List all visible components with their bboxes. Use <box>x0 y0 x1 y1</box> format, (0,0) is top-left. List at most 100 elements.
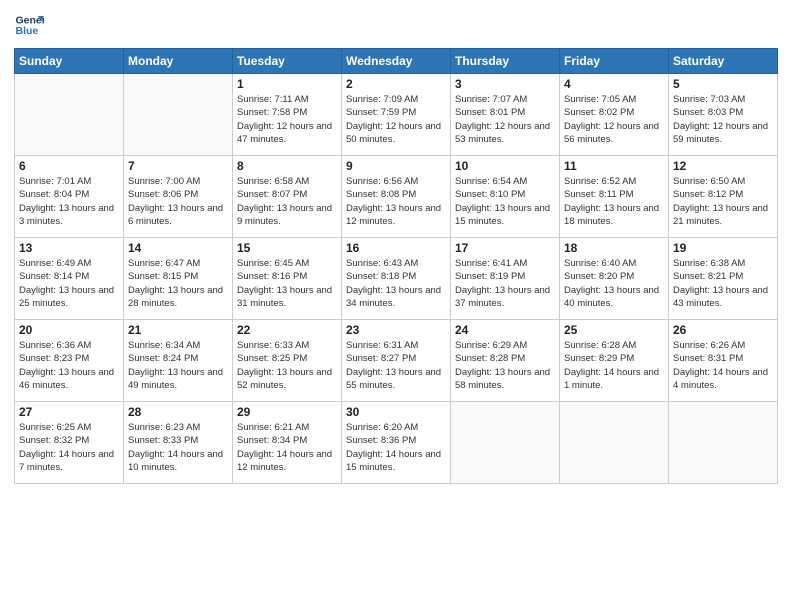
day-number: 25 <box>564 323 664 337</box>
calendar-cell: 4 Sunrise: 7:05 AMSunset: 8:02 PMDaylight… <box>560 74 669 156</box>
day-info: Sunrise: 6:43 AMSunset: 8:18 PMDaylight:… <box>346 257 446 310</box>
calendar-cell: 11Sunrise: 6:52 AMSunset: 8:11 PMDayligh… <box>560 156 669 238</box>
day-info: Sunrise: 6:49 AMSunset: 8:14 PMDaylight:… <box>19 257 119 310</box>
calendar-cell: 22 Sunrise: 6:33 AMSunset: 8:25 PMDayligh… <box>233 320 342 402</box>
header: General Blue <box>14 10 778 40</box>
svg-text:Blue: Blue <box>16 25 39 37</box>
day-number: 20 <box>19 323 119 337</box>
calendar-cell: 20 Sunrise: 6:36 AMSunset: 8:23 PMDayligh… <box>15 320 124 402</box>
day-number: 23 <box>346 323 446 337</box>
week-row-2: 13 Sunrise: 6:49 AMSunset: 8:14 PMDayligh… <box>15 238 778 320</box>
calendar-table: SundayMondayTuesdayWednesdayThursdayFrid… <box>14 48 778 484</box>
day-info: Sunrise: 7:01 AMSunset: 8:04 PMDaylight:… <box>19 175 119 228</box>
day-info: Sunrise: 6:28 AMSunset: 8:29 PMDaylight:… <box>564 339 664 392</box>
calendar-cell: 28Sunrise: 6:23 AMSunset: 8:33 PMDayligh… <box>124 402 233 484</box>
day-number: 5 <box>673 77 773 91</box>
calendar-cell: 15 Sunrise: 6:45 AMSunset: 8:16 PMDayligh… <box>233 238 342 320</box>
day-number: 1 <box>237 77 337 91</box>
day-number: 8 <box>237 159 337 173</box>
week-row-4: 27 Sunrise: 6:25 AMSunset: 8:32 PMDayligh… <box>15 402 778 484</box>
day-number: 14 <box>128 241 228 255</box>
week-row-3: 20 Sunrise: 6:36 AMSunset: 8:23 PMDayligh… <box>15 320 778 402</box>
day-info: Sunrise: 6:52 AMSunset: 8:11 PMDaylight:… <box>564 175 664 228</box>
calendar-cell: 30 Sunrise: 6:20 AMSunset: 8:36 PMDayligh… <box>342 402 451 484</box>
weekday-header-saturday: Saturday <box>669 49 778 74</box>
day-info: Sunrise: 7:11 AMSunset: 7:58 PMDaylight:… <box>237 93 337 146</box>
day-number: 15 <box>237 241 337 255</box>
day-info: Sunrise: 6:50 AMSunset: 8:12 PMDaylight:… <box>673 175 773 228</box>
day-info: Sunrise: 6:36 AMSunset: 8:23 PMDaylight:… <box>19 339 119 392</box>
logo: General Blue <box>14 10 46 40</box>
day-info: Sunrise: 6:26 AMSunset: 8:31 PMDaylight:… <box>673 339 773 392</box>
calendar-cell: 16 Sunrise: 6:43 AMSunset: 8:18 PMDayligh… <box>342 238 451 320</box>
day-info: Sunrise: 6:25 AMSunset: 8:32 PMDaylight:… <box>19 421 119 474</box>
calendar-cell: 12Sunrise: 6:50 AMSunset: 8:12 PMDayligh… <box>669 156 778 238</box>
day-info: Sunrise: 6:34 AMSunset: 8:24 PMDaylight:… <box>128 339 228 392</box>
weekday-header-thursday: Thursday <box>451 49 560 74</box>
calendar-cell <box>124 74 233 156</box>
day-info: Sunrise: 6:40 AMSunset: 8:20 PMDaylight:… <box>564 257 664 310</box>
calendar-cell: 21 Sunrise: 6:34 AMSunset: 8:24 PMDayligh… <box>124 320 233 402</box>
day-info: Sunrise: 6:33 AMSunset: 8:25 PMDaylight:… <box>237 339 337 392</box>
day-number: 7 <box>128 159 228 173</box>
day-info: Sunrise: 6:38 AMSunset: 8:21 PMDaylight:… <box>673 257 773 310</box>
day-info: Sunrise: 6:45 AMSunset: 8:16 PMDaylight:… <box>237 257 337 310</box>
day-number: 13 <box>19 241 119 255</box>
day-info: Sunrise: 6:29 AMSunset: 8:28 PMDaylight:… <box>455 339 555 392</box>
day-info: Sunrise: 6:21 AMSunset: 8:34 PMDaylight:… <box>237 421 337 474</box>
calendar-cell: 17Sunrise: 6:41 AMSunset: 8:19 PMDayligh… <box>451 238 560 320</box>
day-number: 4 <box>564 77 664 91</box>
calendar-cell: 5Sunrise: 7:03 AMSunset: 8:03 PMDaylight… <box>669 74 778 156</box>
calendar-cell: 18 Sunrise: 6:40 AMSunset: 8:20 PMDayligh… <box>560 238 669 320</box>
day-number: 9 <box>346 159 446 173</box>
day-number: 28 <box>128 405 228 419</box>
logo-icon: General Blue <box>14 10 44 40</box>
weekday-header-row: SundayMondayTuesdayWednesdayThursdayFrid… <box>15 49 778 74</box>
calendar-cell: 23 Sunrise: 6:31 AMSunset: 8:27 PMDayligh… <box>342 320 451 402</box>
day-info: Sunrise: 6:56 AMSunset: 8:08 PMDaylight:… <box>346 175 446 228</box>
day-info: Sunrise: 6:58 AMSunset: 8:07 PMDaylight:… <box>237 175 337 228</box>
weekday-header-wednesday: Wednesday <box>342 49 451 74</box>
calendar-cell: 9 Sunrise: 6:56 AMSunset: 8:08 PMDaylight… <box>342 156 451 238</box>
day-number: 2 <box>346 77 446 91</box>
calendar-cell: 10Sunrise: 6:54 AMSunset: 8:10 PMDayligh… <box>451 156 560 238</box>
calendar-cell: 8 Sunrise: 6:58 AMSunset: 8:07 PMDaylight… <box>233 156 342 238</box>
day-number: 17 <box>455 241 555 255</box>
page-container: General Blue SundayMondayTuesdayWednesda… <box>0 0 792 612</box>
day-number: 21 <box>128 323 228 337</box>
calendar-cell <box>451 402 560 484</box>
day-number: 3 <box>455 77 555 91</box>
calendar-cell <box>669 402 778 484</box>
day-info: Sunrise: 6:20 AMSunset: 8:36 PMDaylight:… <box>346 421 446 474</box>
day-info: Sunrise: 7:07 AMSunset: 8:01 PMDaylight:… <box>455 93 555 146</box>
day-info: Sunrise: 7:05 AMSunset: 8:02 PMDaylight:… <box>564 93 664 146</box>
day-number: 19 <box>673 241 773 255</box>
day-number: 29 <box>237 405 337 419</box>
week-row-0: 1 Sunrise: 7:11 AMSunset: 7:58 PMDaylight… <box>15 74 778 156</box>
calendar-cell: 2 Sunrise: 7:09 AMSunset: 7:59 PMDaylight… <box>342 74 451 156</box>
calendar-cell <box>15 74 124 156</box>
calendar-cell: 14 Sunrise: 6:47 AMSunset: 8:15 PMDayligh… <box>124 238 233 320</box>
calendar-cell: 19 Sunrise: 6:38 AMSunset: 8:21 PMDayligh… <box>669 238 778 320</box>
day-info: Sunrise: 6:31 AMSunset: 8:27 PMDaylight:… <box>346 339 446 392</box>
day-number: 18 <box>564 241 664 255</box>
calendar-cell: 29 Sunrise: 6:21 AMSunset: 8:34 PMDayligh… <box>233 402 342 484</box>
day-number: 30 <box>346 405 446 419</box>
weekday-header-friday: Friday <box>560 49 669 74</box>
calendar-cell <box>560 402 669 484</box>
day-number: 22 <box>237 323 337 337</box>
day-number: 6 <box>19 159 119 173</box>
calendar-cell: 6 Sunrise: 7:01 AMSunset: 8:04 PMDaylight… <box>15 156 124 238</box>
calendar-cell: 3 Sunrise: 7:07 AMSunset: 8:01 PMDaylight… <box>451 74 560 156</box>
calendar-cell: 27 Sunrise: 6:25 AMSunset: 8:32 PMDayligh… <box>15 402 124 484</box>
day-number: 24 <box>455 323 555 337</box>
week-row-1: 6 Sunrise: 7:01 AMSunset: 8:04 PMDaylight… <box>15 156 778 238</box>
day-number: 27 <box>19 405 119 419</box>
weekday-header-tuesday: Tuesday <box>233 49 342 74</box>
day-number: 16 <box>346 241 446 255</box>
calendar-cell: 25 Sunrise: 6:28 AMSunset: 8:29 PMDayligh… <box>560 320 669 402</box>
weekday-header-monday: Monday <box>124 49 233 74</box>
weekday-header-sunday: Sunday <box>15 49 124 74</box>
day-info: Sunrise: 6:47 AMSunset: 8:15 PMDaylight:… <box>128 257 228 310</box>
day-info: Sunrise: 7:09 AMSunset: 7:59 PMDaylight:… <box>346 93 446 146</box>
